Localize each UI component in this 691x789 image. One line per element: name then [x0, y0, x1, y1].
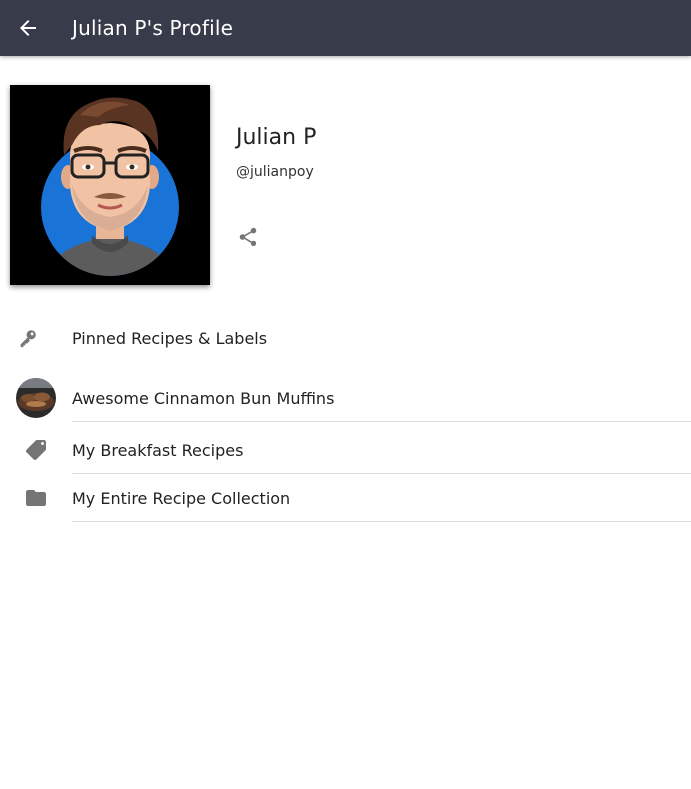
avatar-caricature: [10, 85, 210, 285]
pinned-section-header: Pinned Recipes & Labels: [0, 314, 691, 362]
row-icon-wrap: [12, 438, 60, 462]
share-button[interactable]: [232, 221, 264, 253]
page-title: Julian P's Profile: [72, 16, 234, 40]
list-item-label: My Entire Recipe Collection: [72, 488, 291, 508]
list-item-label: My Breakfast Recipes: [72, 440, 244, 460]
row-icon-wrap: [12, 486, 60, 510]
share-icon: [239, 227, 257, 247]
folder-icon: [26, 490, 46, 506]
list-item-entire-collection[interactable]: My Entire Recipe Collection: [0, 474, 691, 522]
app-bar: Julian P's Profile: [0, 0, 691, 56]
list-item-label: Awesome Cinnamon Bun Muffins: [72, 388, 335, 408]
key-icon: [20, 330, 36, 348]
pinned-section-label: Pinned Recipes & Labels: [72, 328, 268, 348]
list-item-cinnamon-muffins[interactable]: Awesome Cinnamon Bun Muffins: [0, 374, 691, 422]
label-tag-icon: [26, 440, 46, 460]
list-item-breakfast-recipes[interactable]: My Breakfast Recipes: [0, 426, 691, 474]
profile-name: Julian P: [236, 125, 317, 150]
profile-avatar: [10, 85, 210, 285]
back-button[interactable]: [0, 0, 56, 56]
profile-handle: @julianpoy: [236, 164, 314, 180]
recipe-thumbnail: [16, 378, 56, 418]
divider: [72, 521, 691, 522]
divider: [72, 421, 691, 422]
arrow-left-icon: [20, 20, 36, 36]
row-icon-wrap: [4, 327, 52, 349]
